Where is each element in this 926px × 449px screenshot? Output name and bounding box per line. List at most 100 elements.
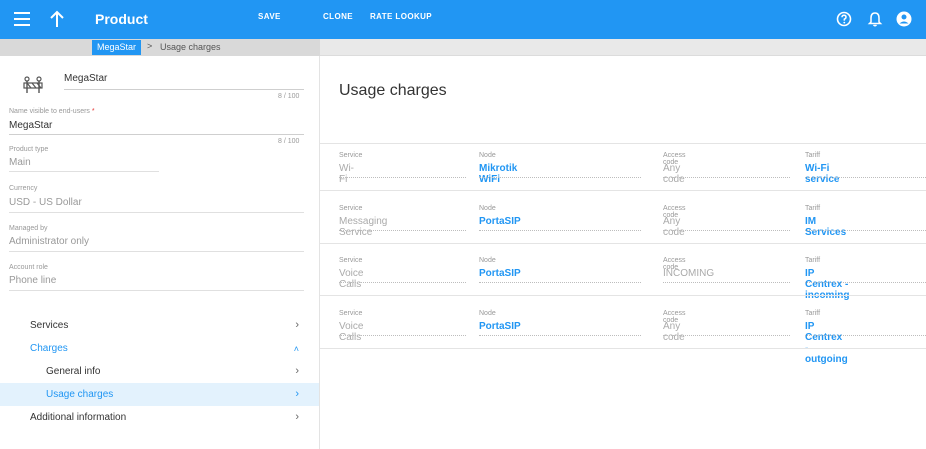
sidebar-item-label: Charges — [30, 343, 68, 354]
node-label: Node — [479, 310, 496, 317]
tariff-label: Tariff — [805, 152, 821, 159]
currency-underline — [9, 212, 304, 213]
sidebar-item-usage-charges[interactable]: Usage charges › — [0, 383, 319, 406]
service-label: Service — [339, 257, 363, 264]
visible-name-label: Name visible to end-users * — [9, 108, 95, 115]
field-underline — [663, 282, 790, 283]
clone-button[interactable]: CLONE — [323, 12, 353, 21]
account-role-underline — [9, 290, 304, 291]
sidebar-item-services[interactable]: Services › — [0, 314, 319, 337]
tariff-link[interactable]: Wi-Fi service — [805, 163, 839, 185]
currency-value: USD - US Dollar — [9, 197, 82, 208]
sidebar-item-label: Additional information — [30, 412, 127, 423]
page-title: Product — [95, 11, 148, 27]
product-barrier-icon — [23, 76, 43, 94]
node-label: Node — [479, 152, 496, 159]
bell-icon[interactable] — [867, 11, 883, 27]
sidebar-item-label: General info — [46, 366, 101, 377]
row-divider — [320, 143, 926, 144]
tariff-label: Tariff — [805, 205, 821, 212]
sidebar-item-additional-information[interactable]: Additional information › — [0, 406, 319, 429]
save-button[interactable]: SAVE — [258, 12, 281, 21]
visible-name-underline — [9, 134, 304, 135]
tariff-label: Tariff — [805, 310, 821, 317]
account-circle-icon[interactable] — [896, 11, 912, 27]
product-name-field[interactable]: MegaStar — [64, 73, 107, 84]
breadcrumb-link-product[interactable]: MegaStar — [92, 40, 142, 55]
node-label: Node — [479, 257, 496, 264]
service-label: Service — [339, 310, 363, 317]
node-link[interactable]: Mikrotik WiFi — [479, 163, 517, 185]
breadcrumb-current: Usage charges — [160, 42, 221, 52]
product-type-underline — [9, 171, 159, 172]
field-underline — [339, 177, 466, 178]
field-underline — [663, 177, 790, 178]
breadcrumb-separator: > — [147, 41, 153, 51]
sidebar-item-label: Services — [30, 320, 69, 331]
menu-icon[interactable] — [14, 12, 30, 26]
service-value: Voice Calls — [339, 268, 364, 290]
sidebar-item-charges[interactable]: Charges ˄ — [0, 337, 319, 360]
node-link[interactable]: PortaSIP — [479, 216, 521, 227]
field-underline — [339, 335, 466, 336]
access-code-value: Any code — [663, 321, 685, 343]
field-underline — [479, 282, 641, 283]
required-mark: * — [91, 108, 95, 115]
sidebar-item-general-info[interactable]: General info › — [0, 360, 319, 383]
field-underline — [805, 230, 926, 231]
access-code-value: Any code — [663, 163, 685, 185]
field-underline — [663, 230, 790, 231]
field-underline — [805, 282, 926, 283]
row-divider — [320, 348, 926, 349]
sidebar-item-label: Usage charges — [46, 389, 114, 400]
chevron-right-icon: › — [295, 411, 299, 423]
row-divider — [320, 243, 926, 244]
arrow-up-icon[interactable] — [47, 8, 67, 30]
field-underline — [479, 230, 641, 231]
service-label: Service — [339, 152, 363, 159]
account-role-value: Phone line — [9, 275, 57, 286]
currency-label: Currency — [9, 185, 38, 192]
field-underline — [339, 230, 466, 231]
access-code-value: Any code — [663, 216, 685, 238]
field-underline — [479, 177, 641, 178]
managed-by-value: Administrator only — [9, 236, 90, 247]
service-value: Wi-Fi — [339, 163, 354, 185]
product-type-label: Product type — [9, 146, 49, 153]
product-type-value: Main — [9, 157, 31, 168]
tariff-link[interactable]: IP Centrex - incoming — [805, 268, 849, 301]
access-code-value: INCOMING — [663, 268, 715, 279]
field-underline — [339, 282, 466, 283]
chevron-right-icon: › — [295, 365, 299, 377]
chevron-up-icon: ˄ — [293, 344, 299, 354]
help-icon[interactable] — [836, 11, 852, 27]
node-link[interactable]: PortaSIP — [479, 268, 521, 279]
tariff-link[interactable]: IM Services — [805, 216, 846, 238]
left-panel: MegaStar 8 / 100 Name visible to end-use… — [0, 56, 320, 449]
service-value: Voice Calls — [339, 321, 364, 343]
product-name-counter: 8 / 100 — [278, 93, 300, 100]
visible-name-label-text: Name visible to end-users — [9, 108, 90, 115]
field-underline — [479, 335, 641, 336]
visible-name-field[interactable]: MegaStar — [9, 120, 52, 131]
chevron-right-icon: › — [295, 319, 299, 331]
row-divider — [320, 190, 926, 191]
field-underline — [805, 335, 926, 336]
app-toolbar: Product SAVE CLONE RATE LOOKUP — [0, 0, 926, 39]
service-label: Service — [339, 205, 363, 212]
row-divider — [320, 295, 926, 296]
field-underline — [805, 177, 926, 178]
chevron-right-icon: › — [295, 388, 299, 400]
visible-name-counter: 8 / 100 — [278, 138, 300, 145]
section-heading: Usage charges — [339, 82, 447, 99]
account-role-label: Account role — [9, 264, 48, 271]
service-value: Messaging Service — [339, 216, 388, 238]
breadcrumb: MegaStar > Usage charges — [0, 39, 926, 56]
tariff-link[interactable]: IP Centrex - outgoing — [805, 321, 848, 365]
tariff-label: Tariff — [805, 257, 821, 264]
managed-by-underline — [9, 251, 304, 252]
rate-lookup-button[interactable]: RATE LOOKUP — [370, 12, 432, 21]
managed-by-label: Managed by — [9, 225, 48, 232]
field-underline — [663, 335, 790, 336]
node-link[interactable]: PortaSIP — [479, 321, 521, 332]
